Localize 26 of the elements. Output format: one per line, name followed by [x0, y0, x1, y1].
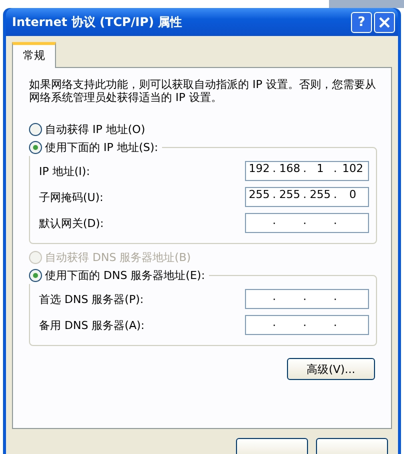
close-button[interactable] — [374, 12, 395, 32]
field-label: 子网掩码(U): — [39, 190, 104, 204]
dialog-button[interactable] — [236, 438, 308, 454]
radio-option[interactable]: 自动获得 IP 地址(O) — [29, 120, 377, 138]
field-label: IP 地址(I): — [39, 164, 90, 178]
radio-label[interactable]: 使用下面的 IP 地址(S): — [45, 140, 158, 154]
radio-label[interactable]: 使用下面的 DNS 服务器地址(E): — [45, 268, 205, 282]
radio-icon[interactable] — [29, 122, 42, 136]
ip-address-field[interactable]: . . . — [245, 213, 369, 233]
radio-label[interactable]: 自动获得 IP 地址(O) — [45, 122, 146, 136]
ip-address-field[interactable]: . . . — [245, 289, 369, 309]
field-label: 默认网关(D): — [39, 216, 104, 230]
radio-icon[interactable] — [29, 140, 42, 154]
radio-icon[interactable] — [29, 268, 42, 282]
field-label: 首选 DNS 服务器(P): — [39, 292, 144, 306]
tab[interactable]: 常规 — [12, 42, 56, 68]
dialog-button[interactable] — [316, 438, 388, 454]
ip-address-field[interactable]: 192 . 168 . 1 . 102 — [245, 161, 369, 181]
ip-address-field[interactable]: 255 . 255 . 255 . 0 — [245, 187, 369, 207]
ip-address-field[interactable]: . . . — [245, 315, 369, 335]
help-button[interactable]: ? — [351, 12, 372, 32]
window-title: Internet 协议 (TCP/IP) 属性 — [12, 14, 184, 30]
field-label: 备用 DNS 服务器(A): — [39, 318, 144, 332]
advanced-button[interactable]: 高级(V)... — [287, 358, 375, 380]
close-icon — [379, 16, 390, 28]
description-text: 如果网络支持此功能，则可以获取自动指派的 IP 设置。否则，您需要从网络系统管理员处获得适当的 IP 设置。 — [29, 78, 377, 104]
